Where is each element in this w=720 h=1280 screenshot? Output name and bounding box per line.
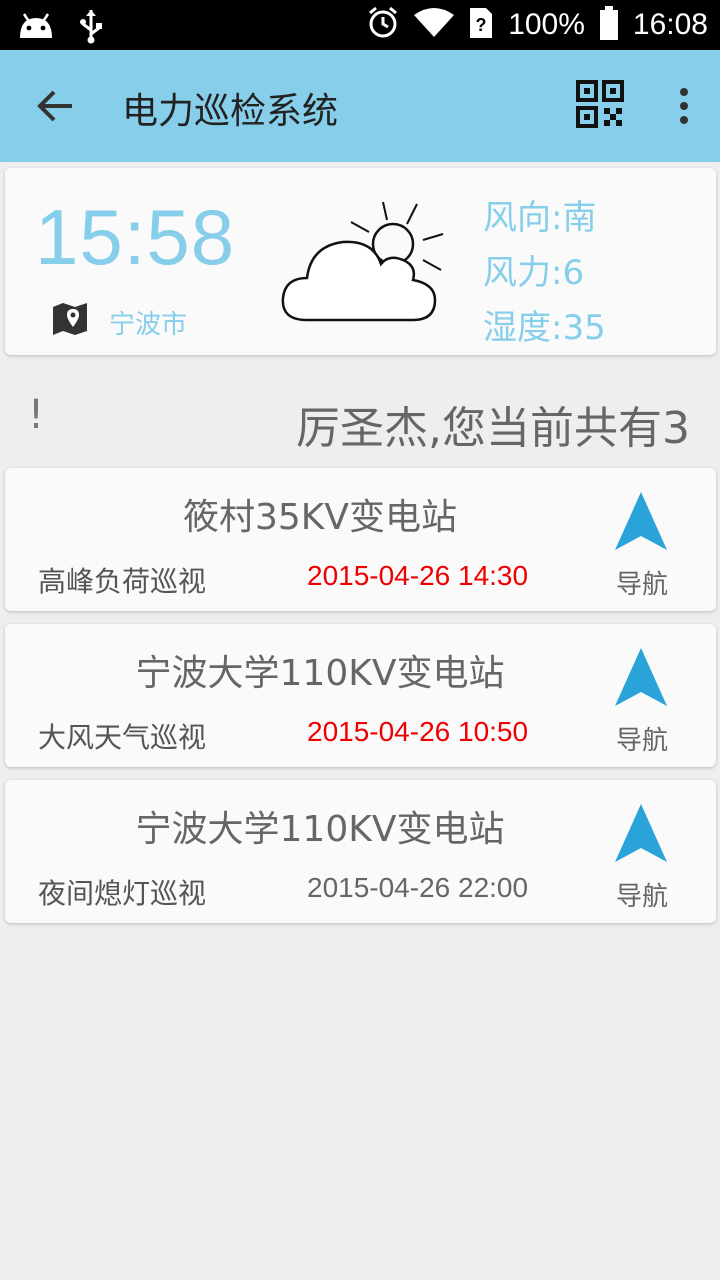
partly-cloudy-icon xyxy=(277,194,453,328)
notice-marquee: ! 厉圣杰,您当前共有3 xyxy=(0,380,720,460)
notice-mark: ! xyxy=(28,392,45,438)
navigation-arrow-icon[interactable] xyxy=(613,646,669,708)
task-card[interactable]: 宁波大学110KV变电站 夜间熄灯巡视 2015-04-26 22:00 导航 xyxy=(5,780,716,923)
weather-time: 15:58 xyxy=(35,193,236,281)
status-bar: ? 100% 16:08 xyxy=(0,0,720,50)
usb-icon xyxy=(78,8,104,48)
station-name: 筱村35KV变电站 xyxy=(182,497,458,538)
nav-label[interactable]: 导航 xyxy=(616,564,668,601)
humidity: 湿度:35 xyxy=(483,308,606,348)
nav-label[interactable]: 导航 xyxy=(616,876,668,913)
battery-icon xyxy=(599,6,619,44)
navigation-arrow-icon[interactable] xyxy=(613,490,669,552)
sim-question-icon: ? xyxy=(468,6,494,44)
station-name: 宁波大学110KV变电站 xyxy=(135,653,505,694)
station-name: 宁波大学110KV变电站 xyxy=(135,809,505,850)
task-card[interactable]: 筱村35KV变电站 高峰负荷巡视 2015-04-26 14:30 导航 xyxy=(5,468,716,611)
weather-card: 15:58 宁波市 风向:南 风力:6 湿度:35 xyxy=(5,168,716,355)
task-time: 2015-04-26 22:00 xyxy=(307,872,529,903)
qr-code-icon[interactable] xyxy=(576,80,624,128)
navigation-arrow-icon[interactable] xyxy=(613,802,669,864)
city-name: 宁波市 xyxy=(109,310,188,340)
inspection-type: 高峰负荷巡视 xyxy=(38,565,207,598)
wifi-icon xyxy=(414,7,455,43)
android-icon xyxy=(16,10,56,46)
task-time: 2015-04-26 10:50 xyxy=(307,716,529,747)
status-clock: 16:08 xyxy=(632,8,708,41)
app-bar: 电力巡检系统 xyxy=(0,50,720,162)
back-arrow-icon[interactable] xyxy=(34,84,78,128)
battery-percent: 100% xyxy=(508,8,585,41)
wind-force: 风力:6 xyxy=(483,253,585,293)
wind-direction: 风向:南 xyxy=(483,198,597,238)
svg-text:?: ? xyxy=(476,15,487,35)
notice-message: 厉圣杰,您当前共有3 xyxy=(296,403,690,454)
task-card[interactable]: 宁波大学110KV变电站 大风天气巡视 2015-04-26 10:50 导航 xyxy=(5,624,716,767)
nav-label[interactable]: 导航 xyxy=(616,720,668,757)
alarm-icon xyxy=(366,6,400,44)
task-time: 2015-04-26 14:30 xyxy=(307,560,529,591)
overflow-menu-icon[interactable] xyxy=(672,84,696,128)
app-title: 电力巡检系统 xyxy=(122,91,339,132)
map-location-icon xyxy=(51,299,89,337)
inspection-type: 大风天气巡视 xyxy=(38,721,207,754)
inspection-type: 夜间熄灯巡视 xyxy=(38,877,207,910)
